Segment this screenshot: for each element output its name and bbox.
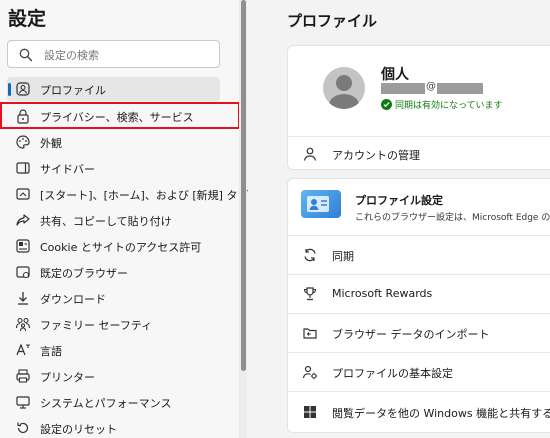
import-browser-data-label: ブラウザー データのインポート [332, 328, 490, 341]
settings-search-input[interactable]: 設定の検索 [7, 40, 220, 68]
highlight-annotation [0, 102, 240, 129]
windows-icon [304, 406, 316, 418]
appearance-icon [16, 135, 30, 149]
sidebar-item-appearance[interactable]: 外観 [7, 130, 220, 154]
sidebar-item-languages[interactable]: 言語 [7, 338, 220, 362]
sync-row[interactable]: 同期 [288, 236, 550, 274]
sidebar-item-label: 既定のブラウザー [40, 267, 128, 280]
trophy-icon [303, 287, 317, 301]
sidebar-title: 設定 [8, 8, 47, 30]
profile-preferences-label: プロファイルの基本設定 [332, 367, 453, 380]
sidebar-item-sidebar[interactable]: サイドバー [7, 156, 220, 180]
email-at-sign: @ [426, 81, 436, 92]
sidebar-item-label: 共有、コピーして貼り付け [40, 215, 172, 228]
home-icon [16, 188, 30, 200]
profile-icon [16, 82, 30, 96]
person-icon [303, 147, 317, 161]
avatar [323, 67, 365, 109]
reset-icon [17, 422, 29, 434]
sidebar-item-system-performance[interactable]: システムとパフォーマンス [7, 390, 220, 414]
sidebar-item-label: ダウンロード [40, 293, 106, 306]
manage-account-row[interactable]: アカウントの管理 [288, 137, 550, 171]
profile-settings-icon [301, 190, 341, 218]
sidebar-item-label: ファミリー セーフティ [40, 319, 153, 332]
profile-name: 個人 [381, 67, 409, 83]
page-title: プロファイル [287, 12, 378, 30]
sidebar-item-label: プロファイル [40, 84, 106, 97]
sidebar-item-label: プリンター [40, 371, 95, 384]
sidebar-item-printers[interactable]: プリンター [7, 364, 220, 388]
share-icon [16, 214, 30, 226]
profile-preferences-icon [302, 365, 318, 380]
sidebar-item-label: 設定のリセット [40, 423, 117, 436]
search-placeholder: 設定の検索 [44, 49, 99, 62]
sidebar-icon [16, 162, 30, 174]
import-icon [303, 328, 317, 339]
share-browsing-data-row[interactable]: 閲覧データを他の Windows 機能と共有する [288, 392, 550, 432]
printer-icon [16, 369, 30, 383]
profile-settings-description: これらのブラウザー設定は、Microsoft Edge のプロフ [355, 213, 550, 223]
language-icon [16, 343, 30, 356]
microsoft-rewards-row[interactable]: Microsoft Rewards [288, 275, 550, 313]
import-browser-data-row[interactable]: ブラウザー データのインポート [288, 314, 550, 352]
sidebar-item-label: システムとパフォーマンス [40, 397, 172, 410]
sidebar-item-start-home-new-tab[interactable]: [スタート]、[ホーム]、および [新規] タブ [7, 182, 248, 206]
sidebar-item-share-copy-paste[interactable]: 共有、コピーして貼り付け [7, 208, 220, 232]
family-icon [15, 317, 31, 332]
sidebar-item-cookies-permissions[interactable]: Cookie とサイトのアクセス許可 [7, 234, 220, 258]
profile-preferences-row[interactable]: プロファイルの基本設定 [288, 353, 550, 391]
redacted-email-domain [437, 83, 483, 94]
browser-icon [16, 266, 30, 279]
share-browsing-data-label: 閲覧データを他の Windows 機能と共有する [332, 407, 550, 420]
sidebar-item-default-browser[interactable]: 既定のブラウザー [7, 260, 220, 284]
profile-card: 個人 @ 同期は有効になっています アカウントの管理 [287, 45, 550, 170]
sidebar-item-label: サイドバー [40, 163, 95, 176]
sync-icon [304, 248, 316, 262]
search-icon [19, 48, 33, 62]
sync-status: 同期は有効になっています [395, 101, 503, 111]
check-icon [381, 99, 392, 110]
download-icon [18, 292, 28, 305]
sidebar-scrollbar-thumb[interactable] [241, 0, 246, 371]
sidebar-item-label: Cookie とサイトのアクセス許可 [40, 241, 202, 254]
sync-label: 同期 [332, 250, 354, 263]
profile-settings-card: プロファイル設定 これらのブラウザー設定は、Microsoft Edge のプロ… [287, 178, 550, 433]
sidebar-item-reset-settings[interactable]: 設定のリセット [7, 416, 220, 438]
sidebar-item-profile[interactable]: プロファイル [7, 77, 220, 101]
cookie-icon [16, 239, 30, 253]
sidebar-item-label: 外観 [40, 137, 62, 150]
microsoft-rewards-label: Microsoft Rewards [332, 287, 433, 300]
profile-settings-title: プロファイル設定 [355, 194, 443, 207]
sidebar-item-downloads[interactable]: ダウンロード [7, 286, 220, 310]
sidebar-item-label: [スタート]、[ホーム]、および [新規] タブ [40, 189, 249, 202]
redacted-email-user [381, 83, 425, 94]
settings-sidebar: 設定 設定の検索 プロファイル プライバシー、検索、サービス 外観 サイドバー … [0, 0, 248, 438]
system-icon [16, 396, 30, 409]
sidebar-item-family-safety[interactable]: ファミリー セーフティ [7, 312, 220, 336]
sidebar-item-label: 言語 [40, 345, 62, 358]
manage-account-label: アカウントの管理 [332, 149, 420, 162]
